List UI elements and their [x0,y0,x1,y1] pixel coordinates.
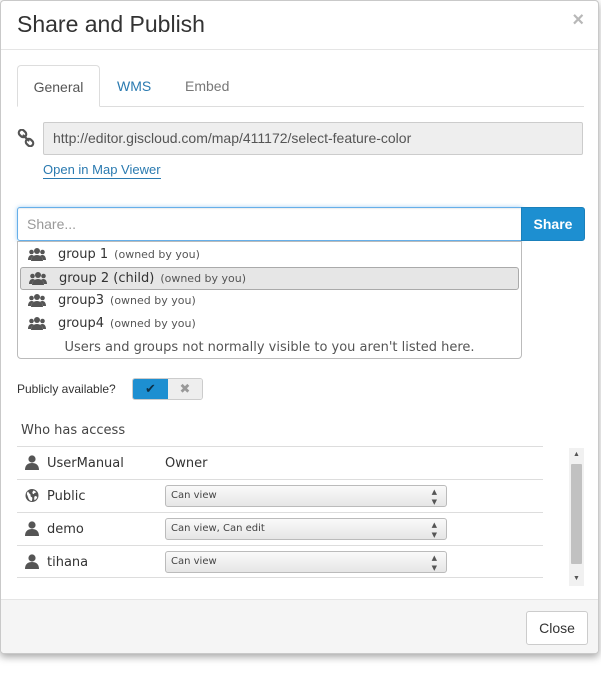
select-arrows-icon: ▲ ▼ [431,521,437,539]
group-icon [28,248,46,261]
user-icon [25,521,39,536]
dialog-header: Share and Publish × [1,1,598,50]
share-suggestions-dropdown: group 1 (owned by you) group 2 (child) (ow… [17,241,522,359]
share-button[interactable]: Share [521,207,585,241]
group-name: group3 (owned by you) [58,293,196,308]
public-label: Publicly available? [17,382,116,396]
share-publish-dialog: Share and Publish × General WMS Embed ht… [0,0,599,654]
access-permission-select[interactable]: Can view ▲ ▼ [165,485,447,507]
dropdown-note: Users and groups not normally visible to… [64,340,475,355]
list-item[interactable]: group3 (owned by you) [20,290,519,313]
access-user-name: tihana [47,555,89,570]
user-icon [25,554,39,569]
open-in-map-viewer-link[interactable]: Open in Map Viewer [43,162,161,179]
access-role: Owner [165,456,208,471]
list-item[interactable]: group4 (owned by you) [20,313,519,336]
access-permission-select[interactable]: Can view, Can edit ▲ ▼ [165,518,447,540]
owner-label: (owned by you) [160,272,247,285]
owner-label: (owned by you) [110,294,196,307]
globe-icon [25,489,39,502]
dialog-title: Share and Publish [17,11,205,37]
owner-label: (owned by you) [114,248,200,261]
select-arrows-icon: ▲ ▼ [431,488,437,506]
tab-bar: General WMS Embed [17,65,584,107]
group-name: group 1 (owned by you) [58,247,200,262]
access-permission-select[interactable]: Can view ▲ ▼ [165,551,447,573]
user-icon [25,455,39,470]
access-heading: Who has access [21,423,126,438]
group-icon [28,317,46,330]
list-item[interactable]: group 2 (child) (owned by you) [20,267,519,290]
scroll-down-icon[interactable]: ▼ [569,572,584,586]
access-user-name: Public [47,489,86,504]
map-url-field[interactable]: http://editor.giscloud.com/map/411172/se… [43,122,583,155]
table-row: demo Can view, Can edit ▲ ▼ [17,512,543,545]
access-user-name: UserManual [47,456,124,471]
x-icon[interactable]: ✖ [168,379,202,399]
access-scrollbar[interactable]: ▲ ▼ [569,448,584,586]
table-row: Public Can view ▲ ▼ [17,479,543,512]
owner-label: (owned by you) [110,317,196,330]
share-input[interactable] [17,207,522,241]
tab-general[interactable]: General [17,65,100,107]
list-item[interactable]: group 1 (owned by you) [20,244,519,267]
tab-wms[interactable]: WMS [101,65,167,107]
scroll-up-icon[interactable]: ▲ [569,448,584,462]
dialog-footer: Close [1,599,598,653]
public-toggle[interactable]: ✔ ✖ [132,378,203,400]
access-user-name: demo [47,522,84,537]
close-icon[interactable]: × [572,9,584,32]
group-icon [29,272,47,285]
close-button[interactable]: Close [526,611,588,645]
group-name: group4 (owned by you) [58,316,196,331]
table-row: UserManual Owner [17,446,543,479]
group-name: group 2 (child) (owned by you) [59,271,247,286]
group-icon [28,294,46,307]
link-icon [17,129,35,147]
table-row: tihana Can view ▲ ▼ [17,545,543,578]
check-icon[interactable]: ✔ [133,379,168,399]
tab-embed[interactable]: Embed [169,65,245,107]
select-arrows-icon: ▲ ▼ [431,554,437,572]
scroll-thumb[interactable] [571,464,582,564]
